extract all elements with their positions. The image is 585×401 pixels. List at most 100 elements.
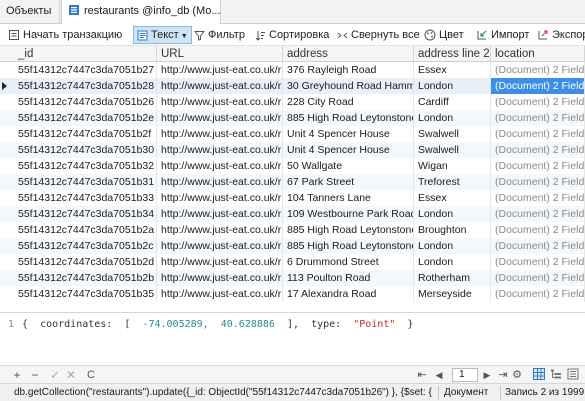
cell-url[interactable]: http://www.just-eat.co.uk/r (157, 238, 283, 254)
cell-address-line-2[interactable]: Wigan (414, 158, 491, 174)
column-header-location[interactable]: location (491, 46, 585, 62)
cell-address[interactable]: 6 Drummond Street (283, 254, 414, 270)
cell-address[interactable]: 50 Wallgate (283, 158, 414, 174)
cell-address[interactable]: 885 High Road Leytonstone (283, 238, 414, 254)
cell-location[interactable]: (Document) 2 Fields (491, 190, 585, 206)
cell-location[interactable]: (Document) 2 Fields (491, 174, 585, 190)
add-record-button[interactable]: + (10, 368, 24, 382)
cell-address[interactable]: Unit 4 Spencer House (283, 142, 414, 158)
cell-url[interactable]: http://www.just-eat.co.uk/r (157, 222, 283, 238)
cell-address-line-2[interactable]: Cardiff (414, 94, 491, 110)
cell-id[interactable]: 55f14312c7447c3da7051b30 (14, 142, 157, 158)
cell-address-line-2[interactable]: Broughton (414, 222, 491, 238)
table-row[interactable]: 55f14312c7447c3da7051b26 http://www.just-… (0, 94, 585, 110)
cell-id[interactable]: 55f14312c7447c3da7051b2e (14, 110, 157, 126)
cell-address-line-2[interactable]: Essex (414, 190, 491, 206)
cell-location[interactable]: (Document) 2 Fields (491, 238, 585, 254)
cell-id[interactable]: 55f14312c7447c3da7051b2f (14, 126, 157, 142)
cell-address-line-2[interactable]: London (414, 78, 491, 94)
cell-location[interactable]: (Document) 2 Fields (491, 78, 585, 94)
cell-location[interactable]: (Document) 2 Fields (491, 286, 585, 302)
table-row[interactable]: 55f14312c7447c3da7051b2b http://www.just-… (0, 270, 585, 286)
filter-button[interactable]: Фильтр (194, 26, 245, 44)
cell-location[interactable]: (Document) 2 Fields (491, 270, 585, 286)
cell-location[interactable]: (Document) 2 Fields (491, 62, 585, 78)
begin-transaction-button[interactable]: Начать транзакцию (8, 26, 122, 44)
refresh-button[interactable]: C (84, 368, 98, 382)
cell-address[interactable]: 67 Park Street (283, 174, 414, 190)
cell-address[interactable]: 885 High Road Leytonstone (283, 222, 414, 238)
prev-page-button[interactable]: ◀ (432, 368, 446, 382)
apply-changes-button[interactable]: ✓ (48, 368, 62, 382)
cell-id[interactable]: 55f14312c7447c3da7051b35 (14, 286, 157, 302)
cell-id[interactable]: 55f14312c7447c3da7051b33 (14, 190, 157, 206)
table-row[interactable]: 55f14312c7447c3da7051b2e http://www.just-… (0, 110, 585, 126)
last-page-button[interactable]: ⇥ (496, 368, 510, 382)
cell-address-line-2[interactable]: Swalwell (414, 126, 491, 142)
cell-address[interactable]: 17 Alexandra Road (283, 286, 414, 302)
cell-address-line-2[interactable]: London (414, 110, 491, 126)
cell-url[interactable]: http://www.just-eat.co.uk/r (157, 174, 283, 190)
cell-address-line-2[interactable]: London (414, 254, 491, 270)
cell-id[interactable]: 55f14312c7447c3da7051b2a (14, 222, 157, 238)
table-row[interactable]: 55f14312c7447c3da7051b30 http://www.just-… (0, 142, 585, 158)
cell-url[interactable]: http://www.just-eat.co.uk/r (157, 126, 283, 142)
cell-url[interactable]: http://www.just-eat.co.uk/r (157, 206, 283, 222)
table-row[interactable]: 55f14312c7447c3da7051b2f http://www.just-… (0, 126, 585, 142)
first-page-button[interactable]: ⇤ (415, 368, 429, 382)
cell-id[interactable]: 55f14312c7447c3da7051b31 (14, 174, 157, 190)
column-header-id[interactable]: _id (14, 46, 157, 62)
cell-id[interactable]: 55f14312c7447c3da7051b26 (14, 94, 157, 110)
cell-id[interactable]: 55f14312c7447c3da7051b28 (14, 78, 157, 94)
cell-address[interactable]: 228 City Road (283, 94, 414, 110)
cell-location[interactable]: (Document) 2 Fields (491, 158, 585, 174)
collapse-all-button[interactable]: Свернуть все (337, 26, 420, 44)
document-detail-pane[interactable]: 1 { coordinates: [ -74.005289, 40.628886… (0, 312, 585, 364)
cell-location[interactable]: (Document) 2 Fields (491, 126, 585, 142)
cell-address-line-2[interactable]: Swalwell (414, 142, 491, 158)
cell-address[interactable]: 30 Greyhound Road Hamm (283, 78, 414, 94)
cell-address-line-2[interactable]: Treforest (414, 174, 491, 190)
table-row[interactable]: 55f14312c7447c3da7051b28 http://www.just-… (0, 78, 585, 94)
cell-location[interactable]: (Document) 2 Fields (491, 142, 585, 158)
cell-id[interactable]: 55f14312c7447c3da7051b32 (14, 158, 157, 174)
grid-view-button[interactable] (532, 368, 546, 382)
cell-address-line-2[interactable]: London (414, 206, 491, 222)
cell-address-line-2[interactable]: Rotherham (414, 270, 491, 286)
cell-location[interactable]: (Document) 2 Fields (491, 222, 585, 238)
cell-id[interactable]: 55f14312c7447c3da7051b34 (14, 206, 157, 222)
table-row[interactable]: 55f14312c7447c3da7051b35 http://www.just-… (0, 286, 585, 302)
cell-url[interactable]: http://www.just-eat.co.uk/r (157, 286, 283, 302)
cell-url[interactable]: http://www.just-eat.co.uk/r (157, 142, 283, 158)
cell-address-line-2[interactable]: London (414, 238, 491, 254)
import-button[interactable]: Импорт (476, 26, 529, 44)
table-row[interactable]: 55f14312c7447c3da7051b32 http://www.just-… (0, 158, 585, 174)
cell-address[interactable]: 376 Rayleigh Road (283, 62, 414, 78)
text-view-button[interactable]: Текст ▼ (133, 26, 192, 44)
table-row[interactable]: 55f14312c7447c3da7051b2a http://www.just-… (0, 222, 585, 238)
tab-restaurants[interactable]: restaurants @info_db (Mo... (61, 0, 221, 25)
cell-url[interactable]: http://www.just-eat.co.uk/r (157, 78, 283, 94)
cell-id[interactable]: 55f14312c7447c3da7051b27 (14, 62, 157, 78)
column-header-address-line-2[interactable]: address line 2 (414, 46, 491, 62)
delete-record-button[interactable]: − (28, 368, 42, 382)
cell-location[interactable]: (Document) 2 Fields (491, 110, 585, 126)
cell-url[interactable]: http://www.just-eat.co.uk/r (157, 270, 283, 286)
discard-changes-button[interactable]: ✕ (64, 368, 78, 382)
cell-url[interactable]: http://www.just-eat.co.uk/r (157, 158, 283, 174)
table-row[interactable]: 55f14312c7447c3da7051b33 http://www.just-… (0, 190, 585, 206)
cell-url[interactable]: http://www.just-eat.co.uk/r (157, 254, 283, 270)
export-button[interactable]: Экспор (537, 26, 585, 44)
table-row[interactable]: 55f14312c7447c3da7051b31 http://www.just-… (0, 174, 585, 190)
settings-icon[interactable]: ⚙ (510, 368, 524, 382)
table-row[interactable]: 55f14312c7447c3da7051b2c http://www.just-… (0, 238, 585, 254)
cell-url[interactable]: http://www.just-eat.co.uk/r (157, 110, 283, 126)
cell-id[interactable]: 55f14312c7447c3da7051b2b (14, 270, 157, 286)
sort-button[interactable]: Сортировка (255, 26, 329, 44)
next-page-button[interactable]: ▶ (480, 368, 494, 382)
cell-location[interactable]: (Document) 2 Fields (491, 206, 585, 222)
cell-id[interactable]: 55f14312c7447c3da7051b2c (14, 238, 157, 254)
cell-address-line-2[interactable]: Merseyside (414, 286, 491, 302)
cell-url[interactable]: http://www.just-eat.co.uk/r (157, 94, 283, 110)
table-row[interactable]: 55f14312c7447c3da7051b2d http://www.just-… (0, 254, 585, 270)
